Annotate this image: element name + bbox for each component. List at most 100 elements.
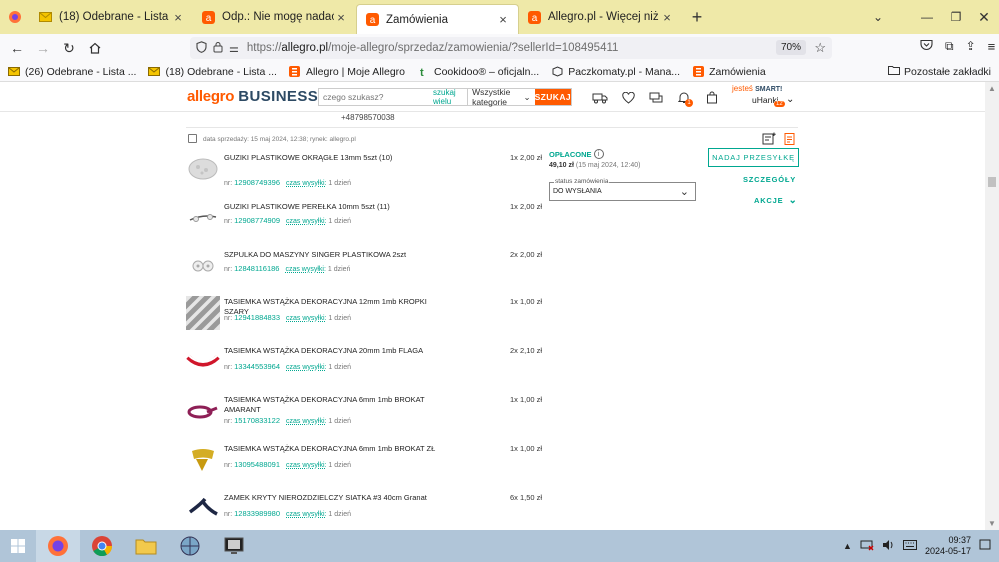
category-select[interactable]: Wszystkie kategorie ⌄ — [468, 87, 535, 107]
shield-icon[interactable] — [196, 40, 207, 56]
offer-number[interactable]: 12848116186 — [234, 264, 279, 273]
taskbar-app-globe[interactable] — [168, 530, 212, 562]
bookmark-item[interactable]: (26) Odebrane - Lista ... — [8, 66, 136, 78]
item-thumbnail[interactable] — [186, 152, 220, 186]
bookmark-item[interactable]: Zamówienia — [692, 66, 766, 78]
taskbar-file-explorer[interactable] — [124, 530, 168, 562]
new-tab-button[interactable]: + — [682, 7, 712, 28]
lock-icon[interactable] — [213, 41, 223, 56]
tray-chevron-icon[interactable]: ▲ — [843, 541, 852, 551]
tab-orders[interactable]: a Zamówienia × — [356, 4, 519, 34]
bookmark-item[interactable]: Paczkomaty.pl - Mana... — [551, 66, 680, 78]
bookmark-item[interactable]: Allegro | Moje Allegro — [289, 66, 405, 78]
delivery-label[interactable]: czas wysyłki: — [286, 511, 326, 518]
reload-icon[interactable]: ↻ — [56, 35, 82, 61]
details-link[interactable]: SZCZEGÓŁY — [743, 175, 796, 184]
close-tab-icon[interactable]: × — [334, 10, 348, 25]
start-button[interactable] — [0, 530, 36, 562]
offer-number[interactable]: 15170833122 — [234, 416, 280, 425]
item-thumbnail[interactable] — [186, 296, 220, 330]
taskbar-chrome[interactable] — [80, 530, 124, 562]
menu-icon[interactable]: ≡ — [988, 39, 996, 54]
item-name[interactable]: TASIEMKA WSTĄŻKA DEKORACYJNA 20mm 1mb FL… — [224, 346, 444, 356]
network-icon[interactable] — [860, 539, 874, 554]
delivery-label[interactable]: czas wysyłki: — [286, 364, 326, 371]
item-name[interactable]: SZPULKA DO MASZYNY SINGER PLASTIKOWA 2sz… — [224, 250, 444, 260]
item-name[interactable]: ZAMEK KRYTY NIEROZDZIELCZY SIATKA #3 40c… — [224, 493, 444, 503]
keyboard-icon[interactable] — [902, 539, 917, 553]
taskbar-app-monitor[interactable] — [212, 530, 256, 562]
back-icon[interactable]: ← — [4, 35, 30, 61]
search-input[interactable] — [319, 89, 433, 105]
invoice-icon[interactable] — [784, 132, 795, 148]
home-icon[interactable] — [82, 35, 108, 61]
search-button[interactable]: SZUKAJ — [534, 89, 571, 105]
offer-number[interactable]: 13344553964 — [234, 362, 280, 371]
search-many-link[interactable]: szukaj wielu — [433, 88, 469, 106]
tab-reply[interactable]: a Odp.: Nie mogę nadać allegro co × — [193, 0, 356, 34]
order-status-select[interactable]: status zamówienia DO WYSŁANIA ⌄ — [549, 178, 696, 201]
scroll-thumb[interactable] — [988, 177, 996, 187]
delivery-label[interactable]: czas wysyłki: — [285, 266, 325, 273]
item-thumbnail[interactable] — [186, 443, 220, 477]
tab-allegro-home[interactable]: a Allegro.pl - Więcej niż aukcje. N × — [519, 0, 682, 34]
order-checkbox[interactable] — [188, 134, 197, 143]
close-tab-icon[interactable]: × — [496, 12, 510, 27]
ship-package-button[interactable]: NADAJ PRZESYŁKĘ — [708, 148, 799, 167]
extensions-icon[interactable]: ⧉ — [945, 39, 954, 54]
forward-icon[interactable]: → — [30, 35, 56, 61]
item-name[interactable]: GUZIKI PLASTIKOWE OKRĄGŁE 13mm 5szt (10) — [224, 153, 444, 163]
cart-icon[interactable] — [698, 89, 726, 106]
offer-number[interactable]: 12833989980 — [234, 509, 280, 518]
tab-inbox[interactable]: (18) Odebrane - Lista Wiadomości × — [30, 0, 193, 34]
other-bookmarks[interactable]: Pozostałe zakładki — [888, 65, 991, 78]
info-icon[interactable]: i — [593, 149, 604, 159]
speaker-icon[interactable] — [882, 539, 895, 554]
scroll-down-icon[interactable]: ▼ — [988, 519, 996, 528]
messages-icon[interactable] — [642, 89, 670, 106]
offer-number[interactable]: 12908774909 — [234, 216, 280, 225]
item-name[interactable]: TASIEMKA WSTĄŻKA DEKORACYJNA 6mm 1mb BRO… — [224, 444, 444, 454]
item-thumbnail[interactable] — [186, 249, 220, 283]
bookmark-item[interactable]: (18) Odebrane - Lista ... — [148, 66, 277, 78]
notifications-icon[interactable] — [979, 539, 991, 554]
user-menu[interactable]: jesteś SMART! uHanki 12 ⌄ — [732, 84, 794, 107]
bell-icon[interactable]: 1 — [670, 89, 698, 107]
close-tab-icon[interactable]: × — [660, 10, 674, 25]
page-scrollbar[interactable]: ▲ ▼ — [985, 82, 999, 530]
delivery-label[interactable]: czas wysyłki: — [286, 218, 326, 225]
heart-icon[interactable] — [614, 89, 642, 106]
delivery-truck-icon[interactable] — [586, 89, 614, 106]
item-name[interactable]: TASIEMKA WSTĄŻKA DEKORACYJNA 6mm 1mb BRO… — [224, 395, 444, 414]
scroll-up-icon[interactable]: ▲ — [988, 84, 996, 93]
restore-icon[interactable]: ❐ — [944, 0, 968, 34]
minimize-icon[interactable]: — — [915, 0, 939, 34]
actions-menu[interactable]: AKCJE ⌄ — [754, 195, 798, 206]
add-document-icon[interactable] — [762, 132, 776, 148]
allegro-business-logo[interactable]: allegro BUSINESS — [187, 88, 318, 105]
close-window-icon[interactable]: ✕ — [972, 0, 996, 34]
firefox-view-button[interactable] — [0, 0, 30, 34]
item-name[interactable]: GUZIKI PLASTIKOWE PEREŁKA 10mm 5szt (11) — [224, 202, 444, 212]
offer-number[interactable]: 12908749396 — [234, 178, 280, 187]
bookmark-item[interactable]: t Cookidoo® – oficjaln... — [417, 66, 540, 78]
address-bar[interactable]: ⚌ https://allegro.pl/moje-allegro/sprzed… — [190, 37, 832, 59]
delivery-label[interactable]: czas wysyłki: — [286, 180, 326, 187]
share-icon[interactable]: ⇪ — [966, 39, 976, 54]
list-tabs-icon[interactable]: ⌄ — [868, 0, 888, 34]
taskbar-firefox[interactable] — [36, 530, 80, 562]
item-thumbnail[interactable] — [186, 345, 220, 379]
delivery-label[interactable]: czas wysyłki: — [286, 462, 326, 469]
delivery-label[interactable]: czas wysyłki: — [286, 418, 326, 425]
bookmark-star-icon[interactable]: ☆ — [814, 40, 826, 56]
item-thumbnail[interactable] — [186, 492, 220, 526]
close-tab-icon[interactable]: × — [171, 10, 185, 25]
delivery-label[interactable]: czas wysyłki: — [286, 315, 326, 322]
offer-number[interactable]: 13095488091 — [234, 460, 280, 469]
offer-number[interactable]: 12941884833 — [234, 313, 280, 322]
item-thumbnail[interactable] — [186, 201, 220, 235]
zoom-level[interactable]: 70% — [775, 40, 806, 55]
permissions-icon[interactable]: ⚌ — [229, 42, 239, 55]
item-thumbnail[interactable] — [186, 394, 220, 428]
taskbar-clock[interactable]: 09:37 2024-05-17 — [925, 535, 971, 557]
